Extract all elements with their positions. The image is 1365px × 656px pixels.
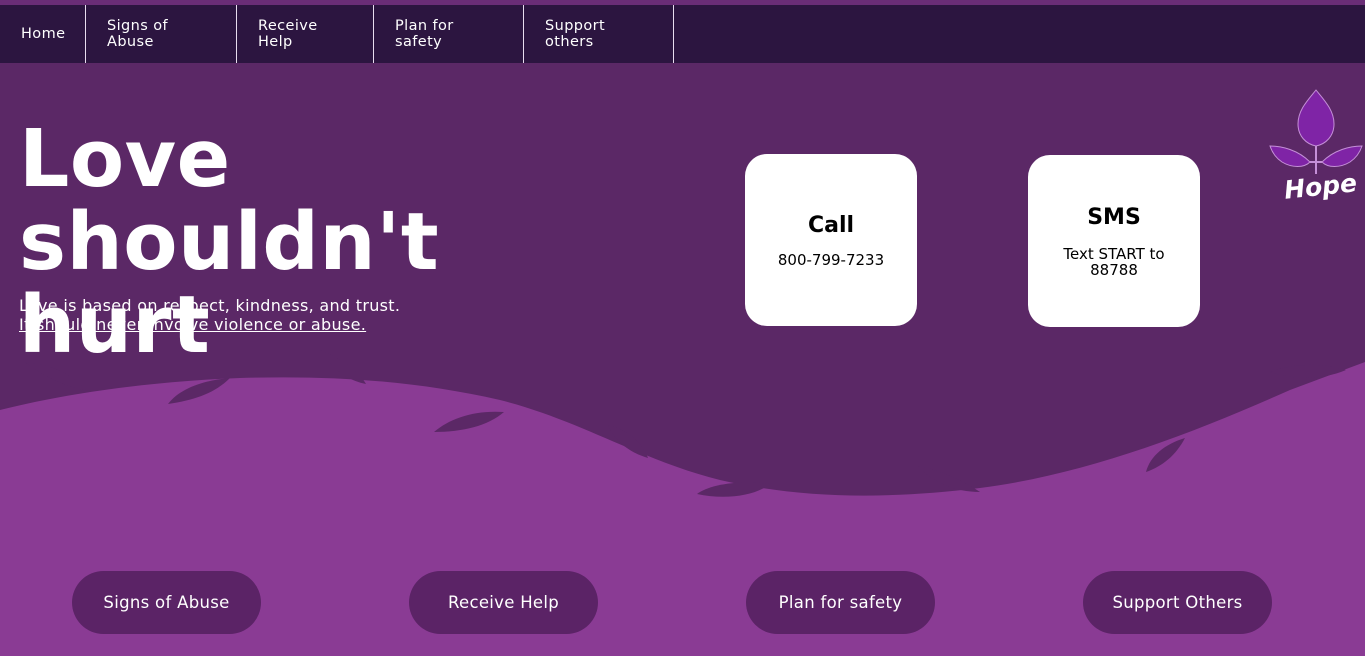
hope-logo[interactable]: Hope (1268, 88, 1364, 212)
lead-link[interactable]: It should never involve violence or abus… (19, 315, 400, 334)
lead-text: Love is based on respect, kindness, and … (19, 296, 401, 315)
sms-card-text: Text START to 88788 (1063, 244, 1165, 279)
button-label: Receive Help (447, 593, 560, 612)
button-label: Support Others (1112, 593, 1243, 612)
support-others-button[interactable]: Support Others (1083, 571, 1272, 634)
signs-of-abuse-button[interactable]: Signs of Abuse (72, 571, 261, 634)
sms-card[interactable]: SMS Text START to 88788 (1028, 155, 1200, 327)
receive-help-button[interactable]: Receive Help (409, 571, 598, 634)
button-label: Plan for safety (778, 593, 903, 612)
sms-card-title: SMS (1087, 204, 1141, 230)
button-label: Signs of Abuse (103, 593, 230, 612)
call-card[interactable]: Call 800-799-7233 (745, 154, 917, 326)
hero-lead: Love is based on respect, kindness, and … (19, 296, 400, 334)
plan-for-safety-button[interactable]: Plan for safety (746, 571, 935, 634)
call-card-number: 800-799-7233 (777, 250, 885, 269)
call-card-title: Call (807, 212, 855, 238)
